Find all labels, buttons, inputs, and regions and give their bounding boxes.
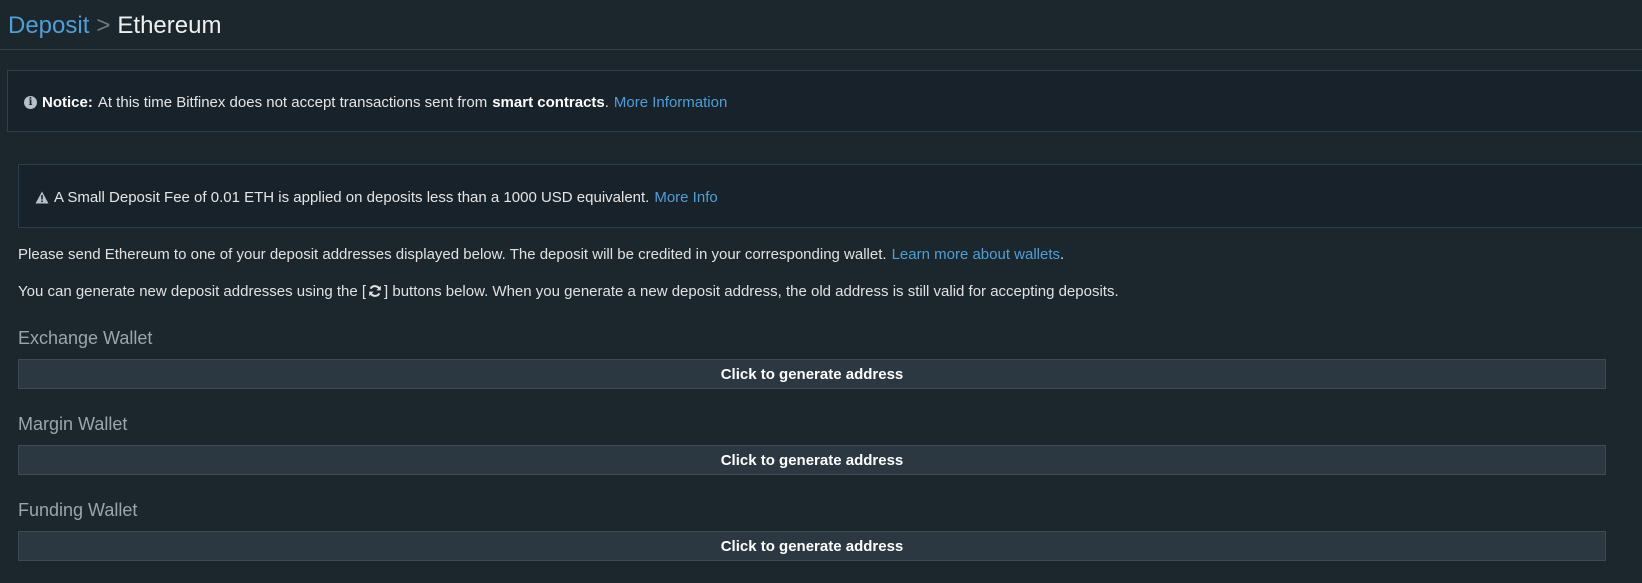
deposit-fee-notice: A Small Deposit Fee of 0.01 ETH is appli… xyxy=(18,164,1642,228)
notice-text-line: i Notice: At this time Bitfinex does not… xyxy=(24,71,727,133)
fee-text: A Small Deposit Fee of 0.01 ETH is appli… xyxy=(54,188,650,206)
notice-text-end: . xyxy=(604,93,609,111)
smart-contract-notice: i Notice: At this time Bitfinex does not… xyxy=(7,70,1642,132)
funding-wallet-label: Funding Wallet xyxy=(18,500,138,520)
more-information-link[interactable]: More Information xyxy=(614,94,727,111)
more-info-link[interactable]: More Info xyxy=(654,189,717,206)
instructions-line-2: You can generate new deposit addresses u… xyxy=(18,281,1119,301)
margin-wallet-label: Margin Wallet xyxy=(18,414,128,434)
breadcrumb-separator: > xyxy=(96,12,111,39)
fee-text-line: A Small Deposit Fee of 0.01 ETH is appli… xyxy=(35,165,718,229)
notice-label: Notice: xyxy=(42,93,93,111)
instructions-text-1: Please send Ethereum to one of your depo… xyxy=(18,245,887,263)
breadcrumb-deposit-link[interactable]: Deposit xyxy=(8,12,89,39)
notice-text: At this time Bitfinex does not accept tr… xyxy=(97,93,488,111)
instructions-text-2a: You can generate new deposit addresses u… xyxy=(18,282,367,300)
info-circle-icon: i xyxy=(24,95,37,109)
breadcrumb: Deposit > Ethereum xyxy=(8,10,221,42)
funding-generate-address-button[interactable]: Click to generate address xyxy=(18,531,1606,561)
notice-bold-text: smart contracts xyxy=(492,93,605,111)
title-divider xyxy=(0,49,1642,50)
instructions-text-1-end: . xyxy=(1060,245,1065,263)
breadcrumb-current: Ethereum xyxy=(117,12,222,39)
margin-generate-address-button[interactable]: Click to generate address xyxy=(18,445,1606,475)
deposit-page: Deposit > Ethereum i Notice: At this time … xyxy=(0,0,1642,583)
warning-triangle-icon xyxy=(35,191,49,203)
exchange-wallet-label: Exchange Wallet xyxy=(18,328,153,348)
instructions-line-1: Please send Ethereum to one of your depo… xyxy=(18,244,1064,264)
learn-more-wallets-link[interactable]: Learn more about wallets xyxy=(892,246,1060,263)
exchange-generate-address-button[interactable]: Click to generate address xyxy=(18,359,1606,389)
refresh-icon xyxy=(369,285,381,297)
instructions-text-2b: ] buttons below. When you generate a new… xyxy=(384,282,1119,300)
